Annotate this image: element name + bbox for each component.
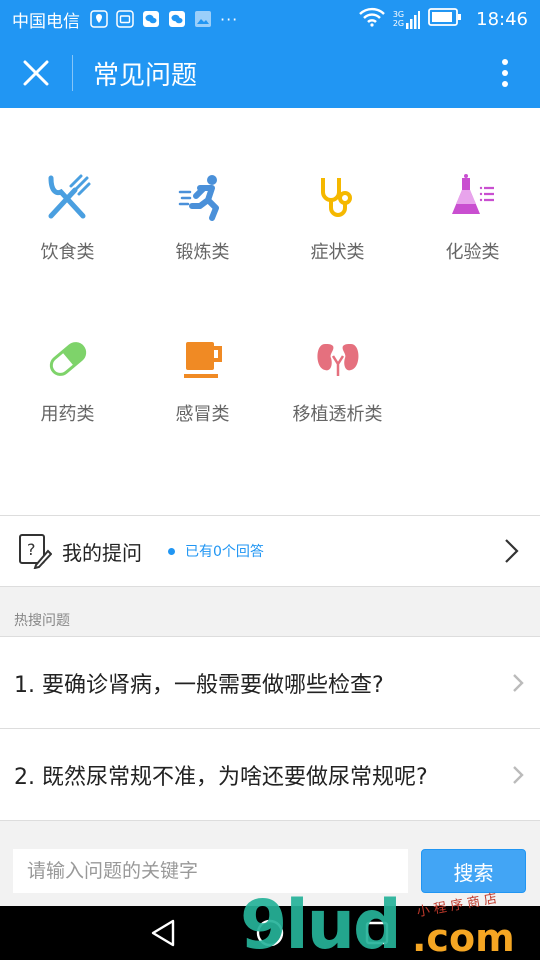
category-label: 饮食类 [40,242,95,263]
network-type-top: 3G [392,10,405,19]
hot-searches-title: 热搜问题 [14,613,70,629]
back-triangle-icon [152,919,175,947]
category-transplant-dialysis[interactable]: 移植透析类 [270,270,405,425]
category-diet[interactable]: 饮食类 [0,108,135,263]
search-input[interactable] [13,849,408,893]
home-button[interactable] [250,913,290,953]
category-label: 感冒类 [175,404,230,425]
answer-count: 已有0个回答 [185,544,264,560]
status-dot [168,547,175,555]
wechat-icon [142,10,160,28]
more-vertical-icon [502,59,508,87]
page-title: 常见问题 [93,60,198,91]
home-circle-icon [256,919,284,947]
recents-button[interactable] [357,913,397,953]
fork-knife-icon [40,172,96,222]
chevron-right-icon [513,765,524,784]
category-cold[interactable]: 感冒类 [135,270,270,425]
stethoscope-icon [310,172,366,222]
wechat-icon [168,10,186,28]
flask-icon [445,172,501,222]
battery-icon [428,7,462,31]
app-bar-divider [72,55,73,91]
question-text: 1. 要确诊肾病，一般需要做哪些检查? [14,672,384,698]
pill-icon [40,334,96,384]
more-notifications: ··· [220,9,239,29]
category-label: 化验类 [445,242,500,263]
cup-icon [175,334,231,384]
category-exercise[interactable]: 锻炼类 [135,108,270,263]
question-edit-icon: ? [19,534,52,569]
list-item[interactable]: 1. 要确诊肾病，一般需要做哪些检查? [0,637,540,729]
search-button[interactable]: 搜索 [421,849,526,893]
kidney-icon [310,334,366,384]
hot-searches-list: 1. 要确诊肾病，一般需要做哪些检查? 2. 既然尿常规不准，为啥还要做尿常规呢… [0,636,540,821]
carrier-name: 中国电信 [12,11,80,32]
category-label: 锻炼类 [175,242,230,263]
running-icon [175,172,231,222]
category-lab-tests[interactable]: 化验类 [405,108,540,263]
search-bar: 搜索 [0,834,540,906]
category-label: 移植透析类 [292,404,383,425]
network-type-bottom: 2G [392,19,405,28]
more-options-button[interactable] [470,38,540,108]
category-label: 症状类 [310,242,365,263]
chevron-right-icon [505,539,519,563]
location-icon [90,10,108,28]
question-text: 2. 既然尿常规不准，为啥还要做尿常规呢? [14,764,428,790]
category-symptoms[interactable]: 症状类 [270,108,405,263]
recents-square-icon [365,921,388,945]
category-medication[interactable]: 用药类 [0,270,135,425]
category-grid: 饮食类 锻炼类 症状类 化验类 用药类 感冒类 移植透析类 [0,108,540,515]
image-icon [194,10,212,28]
app-bar: 常见问题 [0,38,540,108]
clock: 18:46 [476,8,528,30]
category-label: 用药类 [40,404,95,425]
status-bar: 中国电信 ··· 3G 2G 18:46 [0,0,540,38]
signal-icon: 3G 2G [392,9,421,29]
list-item[interactable]: 2. 既然尿常规不准，为啥还要做尿常规呢? [0,729,540,821]
wifi-icon [358,7,385,32]
close-icon [23,60,49,86]
svg-text:?: ? [27,540,36,559]
close-button[interactable] [0,38,72,108]
navigation-bar [0,906,540,960]
my-questions-row[interactable]: ? 我的提问 已有0个回答 [0,515,540,587]
tv-icon [116,10,134,28]
my-questions-label: 我的提问 [62,540,142,565]
chevron-right-icon [513,673,524,692]
back-button[interactable] [143,913,183,953]
